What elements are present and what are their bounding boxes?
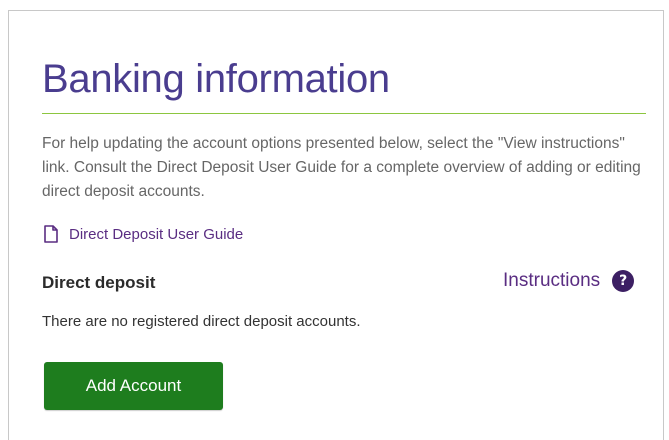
add-account-button[interactable]: Add Account (44, 362, 223, 410)
page-title: Banking information (42, 57, 390, 101)
title-divider (42, 113, 646, 114)
instructions-label: Instructions (503, 270, 601, 291)
direct-deposit-guide-link[interactable]: Direct Deposit User Guide (43, 225, 243, 243)
banking-info-panel: Banking information For help updating th… (8, 10, 664, 440)
empty-accounts-message: There are no registered direct deposit a… (42, 313, 361, 330)
intro-text: For help updating the account options pr… (42, 135, 641, 200)
direct-deposit-heading: Direct deposit (42, 273, 156, 292)
guide-link-label: Direct Deposit User Guide (69, 225, 244, 243)
question-mark-icon[interactable]: ? (612, 270, 635, 292)
instructions-link[interactable]: Instructions ? (503, 270, 635, 292)
document-icon (43, 225, 59, 243)
